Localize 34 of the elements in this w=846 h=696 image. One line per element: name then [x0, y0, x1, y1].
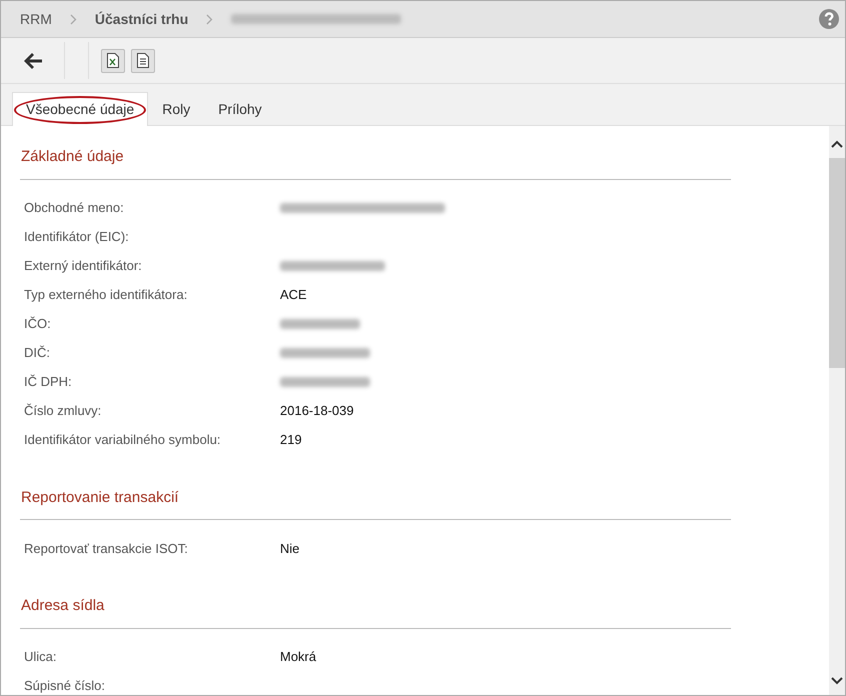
field-label: Reportovať transakcie ISOT: — [24, 540, 189, 558]
field-label: Typ externého identifikátora: — [24, 286, 188, 304]
field-label: Identifikátor variabilného symbolu: — [24, 431, 222, 450]
field-label: DIČ: — [24, 344, 51, 362]
field-value: ACE — [280, 286, 307, 304]
field-value: 219 — [280, 431, 302, 450]
scroll-up-icon — [831, 140, 843, 148]
document-export-button[interactable] — [131, 48, 155, 72]
field-value: Mokrá — [280, 648, 316, 666]
tab[interactable]: Roly — [148, 92, 204, 126]
document-icon — [137, 53, 149, 68]
help-icon[interactable] — [819, 9, 839, 29]
field-value: Nie — [280, 540, 300, 558]
field-label: Ulica: — [24, 648, 58, 666]
section-heading: Základné údaje — [20, 126, 731, 180]
section-heading: Adresa sídla — [20, 575, 731, 628]
tab[interactable]: Všeobecné údaje — [12, 92, 148, 126]
breadcrumb-link[interactable]: RRM — [20, 8, 52, 30]
spreadsheet-file-icon — [107, 53, 119, 68]
tab[interactable]: Prílohy — [204, 92, 276, 126]
back-arrow-icon — [22, 52, 42, 70]
field-value: 2016-18-039 — [280, 402, 354, 420]
field-label: Identifikátor (EIC): — [24, 228, 130, 246]
field-label: IČ DPH: — [24, 373, 73, 392]
scrollbar[interactable] — [829, 126, 845, 695]
scroll-down-icon — [831, 677, 843, 685]
field-label: Externý identifikátor: — [24, 257, 143, 276]
section-heading: Reportovanie transakcií — [20, 466, 731, 520]
field-label: IČO: — [24, 315, 52, 334]
field-label: Súpisné číslo: — [24, 677, 106, 695]
field-label: Obchodné meno: — [24, 199, 125, 218]
breadcrumb-link[interactable]: Účastníci trhu — [94, 8, 188, 30]
excel-export-button[interactable] — [101, 48, 125, 72]
field-label: Číslo zmluvy: — [24, 402, 102, 420]
